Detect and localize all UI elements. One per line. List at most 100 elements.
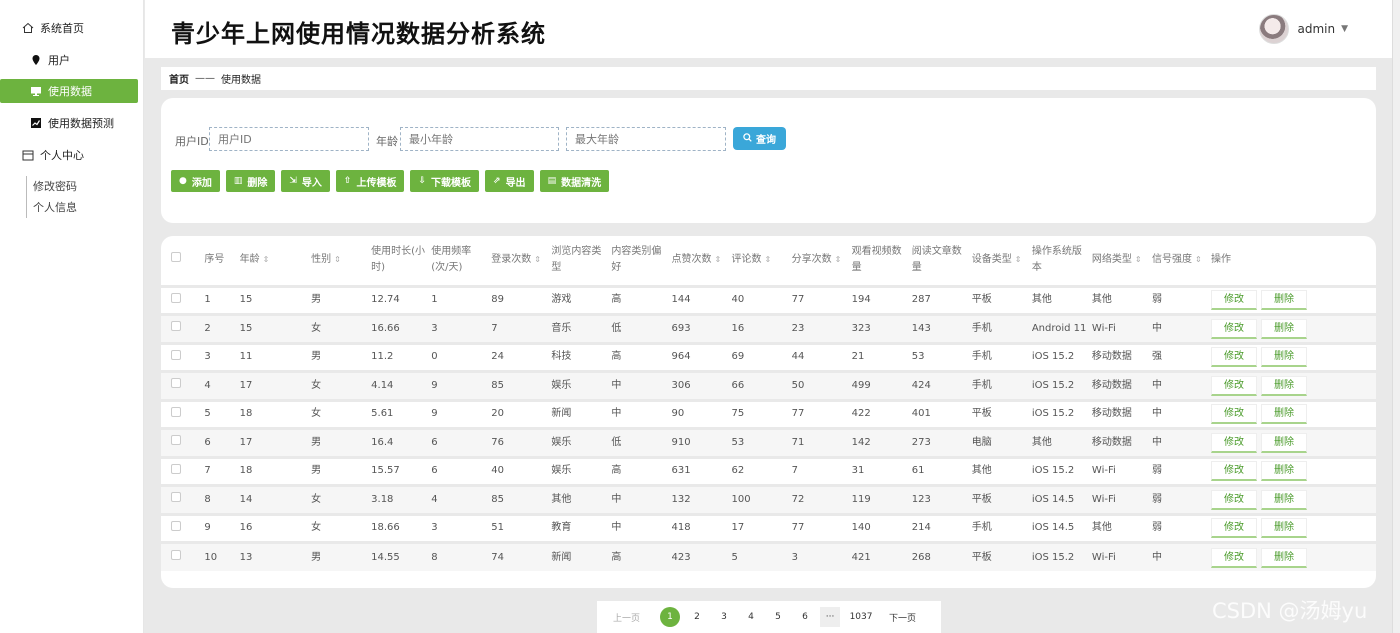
delete-row-button[interactable]: 删除	[1261, 375, 1307, 396]
table-row[interactable]: 10 13 男 14.55 8 74 新闻高 423 5 3 421 268 平板 iOS 15.2 Wi-…	[161, 541, 1376, 571]
col-header-sortable[interactable]: 设备类型 ⇕	[970, 236, 1030, 286]
page-number[interactable]: 4	[739, 612, 763, 622]
edit-button[interactable]: 修改	[1211, 290, 1257, 311]
table-cell: 男	[309, 284, 370, 315]
user-id-input[interactable]	[209, 127, 369, 151]
row-checkbox[interactable]	[171, 492, 181, 503]
col-header-sortable[interactable]: 信号强度 ⇕	[1150, 236, 1209, 286]
age-max-input[interactable]	[566, 127, 726, 151]
row-checkbox[interactable]	[171, 378, 181, 389]
breadcrumb-home[interactable]: 首页	[169, 71, 189, 86]
edit-button[interactable]: 修改	[1211, 347, 1257, 368]
sidebar-item-usage-data[interactable]: 使用数据	[0, 79, 138, 103]
delete-row-button[interactable]: 删除	[1261, 547, 1307, 568]
row-checkbox[interactable]	[171, 406, 181, 417]
edit-button[interactable]: 修改	[1211, 318, 1257, 339]
edit-button[interactable]: 修改	[1211, 518, 1257, 539]
col-header-sortable[interactable]: 网络类型 ⇕	[1090, 236, 1150, 286]
edit-button[interactable]: 修改	[1211, 547, 1257, 568]
delete-row-button[interactable]: 删除	[1261, 461, 1307, 482]
next-page-button[interactable]: 下一页	[889, 611, 916, 624]
row-checkbox[interactable]	[171, 321, 181, 332]
col-header-sortable[interactable]: 分享次数 ⇕	[790, 236, 850, 286]
table-row[interactable]: 1 15 男 12.74 1 89 游戏高 144 40 77 194 287 平板 其他 其他弱修改 删除	[161, 284, 1376, 315]
submenu-personal-info[interactable]: 个人信息	[33, 197, 77, 218]
page-number[interactable]: 5	[766, 612, 790, 622]
table-cell: 11	[237, 341, 310, 372]
edit-button[interactable]: 修改	[1211, 375, 1257, 396]
sidebar-item-home[interactable]: 系统首页	[0, 16, 144, 40]
col-header-sortable[interactable]: 评论数 ⇕	[730, 236, 790, 286]
user-menu[interactable]: admin ▼	[1259, 14, 1348, 44]
table-row[interactable]: 3 11 男 11.2 0 24 科技高 964 69 44 21 53 手机 iOS 15.2 移动数据强…	[161, 341, 1376, 372]
edit-button[interactable]: 修改	[1211, 432, 1257, 453]
page-last[interactable]: 1037	[846, 612, 876, 622]
import-button[interactable]: ⇲ 导入	[281, 170, 330, 192]
download-template-button[interactable]: ⇩ 下载模板	[410, 170, 480, 192]
upload-template-button[interactable]: ⇧ 上传模板	[335, 170, 405, 192]
row-checkbox[interactable]	[171, 435, 181, 446]
delete-row-button[interactable]: 删除	[1261, 347, 1307, 368]
table-cell: 8	[429, 541, 490, 571]
table-row[interactable]: 5 18 女 5.61 9 20 新闻中 90 75 77 422 401 平板 iOS 15.2 移动数据…	[161, 398, 1376, 429]
table-row[interactable]: 9 16 女 18.66 3 51 教育中 418 17 77 140 214 手机 iOS 14.5 其他…	[161, 512, 1376, 543]
edit-button[interactable]: 修改	[1211, 461, 1257, 482]
table-cell: 77	[789, 284, 850, 315]
table-cell: iOS 15.2	[1029, 455, 1090, 486]
col-header: 浏览内容类型	[551, 246, 602, 274]
delete-row-button[interactable]: 删除	[1261, 489, 1307, 510]
row-checkbox[interactable]	[171, 349, 181, 360]
edit-button[interactable]: 修改	[1211, 489, 1257, 510]
delete-row-button[interactable]: 删除	[1261, 318, 1307, 339]
row-checkbox[interactable]	[171, 550, 181, 560]
page-number[interactable]: 3	[712, 612, 736, 622]
page-number[interactable]: 6	[793, 612, 817, 622]
col-header-sortable[interactable]: 年龄 ⇕	[238, 236, 309, 286]
sidebar-item-users[interactable]: 用户	[0, 48, 144, 72]
query-button[interactable]: 查询	[733, 127, 786, 150]
data-clean-button[interactable]: ▤ 数据清洗	[539, 170, 610, 192]
row-checkbox[interactable]	[171, 463, 181, 474]
delete-row-button[interactable]: 删除	[1261, 432, 1307, 453]
table-cell: Wi-Fi	[1089, 313, 1150, 343]
table-cell: 女	[309, 370, 370, 400]
page-number[interactable]: 2	[685, 612, 709, 622]
delete-button[interactable]: ▥ 删除	[225, 170, 276, 192]
select-all-checkbox[interactable]	[171, 252, 181, 263]
scrollbar[interactable]	[1392, 0, 1400, 633]
table-cell: 女	[309, 398, 370, 429]
prev-page-button[interactable]: 上一页	[613, 611, 640, 624]
page-ellipsis[interactable]: ···	[820, 607, 841, 627]
sidebar-item-personal-center[interactable]: 个人中心	[0, 143, 144, 167]
table-row[interactable]: 7 18 男 15.57 6 40 娱乐高 631 62 7 31 61 其他 iOS 15.2 Wi-Fi…	[161, 455, 1376, 486]
delete-row-button[interactable]: 删除	[1261, 290, 1307, 311]
plus-circle-icon: ●	[179, 176, 187, 186]
col-header-sortable[interactable]: 登录次数 ⇕	[489, 236, 549, 286]
add-button[interactable]: ● 添加	[171, 170, 220, 192]
table-row[interactable]: 4 17 女 4.14 9 85 娱乐中 306 66 50 499 424 手机 iOS 15.2 移动数…	[161, 370, 1376, 400]
age-min-input[interactable]	[400, 127, 559, 151]
table-cell: 7	[789, 455, 850, 486]
table-cell: 17	[237, 427, 310, 457]
row-checkbox[interactable]	[171, 292, 181, 303]
submenu-change-password[interactable]: 修改密码	[33, 176, 77, 197]
sidebar-item-usage-prediction[interactable]: 使用数据预测	[0, 111, 144, 135]
table-row[interactable]: 6 17 男 16.4 6 76 娱乐低 910 53 71 142 273 电脑 其他 移动数据中修改 删除	[161, 427, 1376, 457]
table-row[interactable]: 2 15 女 16.66 3 7 音乐低 693 16 23 323 143 手机 Android 11 W…	[161, 313, 1376, 343]
table-cell: 17	[237, 370, 310, 400]
row-checkbox[interactable]	[171, 520, 181, 531]
delete-row-button[interactable]: 删除	[1261, 404, 1307, 425]
table-row[interactable]: 8 14 女 3.18 4 85 其他中 132 100 72 119 123 平板 iOS 14.5 Wi…	[161, 484, 1376, 514]
edit-button[interactable]: 修改	[1211, 404, 1257, 425]
col-header-sortable[interactable]: 性别 ⇕	[309, 236, 369, 286]
breadcrumb-current: 使用数据	[221, 75, 261, 86]
search-panel: 用户ID 年龄 查询 ● 添加 ▥ 删除 ⇲ 导入 ⇧ 上传模板 ⇩ 下载模板 ⇗ 导出 ▤…	[161, 98, 1376, 223]
col-header-sortable[interactable]: 点赞次数 ⇕	[669, 236, 729, 286]
export-button[interactable]: ⇗ 导出	[485, 170, 534, 192]
delete-row-button[interactable]: 删除	[1261, 518, 1307, 539]
table-cell: 62	[729, 455, 790, 486]
page-current[interactable]: 1	[660, 607, 681, 627]
table-cell: 85	[489, 370, 550, 400]
data-clean-label: 数据清洗	[561, 177, 602, 189]
table-cell: iOS 15.2	[1029, 541, 1090, 571]
